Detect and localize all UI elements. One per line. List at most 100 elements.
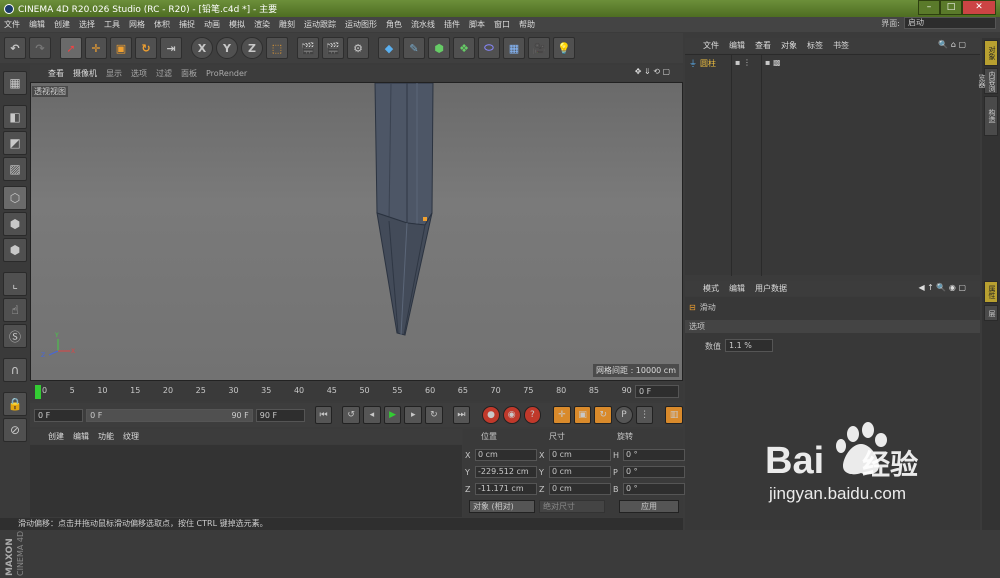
menu-item[interactable]: 脚本	[469, 19, 485, 30]
render-picture-viewer-icon[interactable]: 🎬	[322, 37, 344, 59]
timeline-ruler[interactable]: 0 5 10 15 20 25 30 35 40 45 50 55 60 65 …	[30, 383, 683, 401]
menu-item[interactable]: 动画	[204, 19, 220, 30]
menu-item[interactable]: 文件	[4, 19, 20, 30]
slide-value-field[interactable]: 1.1 %	[725, 339, 773, 352]
frame-range-slider[interactable]: 0 F 90 F	[86, 408, 253, 422]
menu-item[interactable]: 模拟	[229, 19, 245, 30]
attribute-menu-item[interactable]: 模式	[703, 283, 719, 294]
playhead[interactable]	[35, 385, 41, 399]
viewport-menu-item[interactable]: 摄像机	[73, 68, 97, 79]
menu-item[interactable]: 运动跟踪	[304, 19, 336, 30]
menu-item[interactable]: 网格	[129, 19, 145, 30]
menu-item[interactable]: 选择	[79, 19, 95, 30]
keyframe-selection-icon[interactable]: ?	[523, 406, 542, 424]
lock-workplane-icon[interactable]: 🔒	[3, 392, 27, 416]
object-menu-item[interactable]: 标签	[807, 40, 823, 51]
tab-objects[interactable]: 对象	[984, 40, 998, 66]
object-menu-item[interactable]: 对象	[781, 40, 797, 51]
select-cursor-icon[interactable]: ➚	[60, 37, 82, 59]
object-menu-item[interactable]: 编辑	[729, 40, 745, 51]
render-settings-icon[interactable]: ⚙	[347, 37, 369, 59]
render-view-icon[interactable]: 🎬	[297, 37, 319, 59]
position-x-field[interactable]: 0 cm	[475, 449, 537, 461]
points-mode-icon[interactable]: ⬡	[3, 186, 27, 210]
goto-start-icon[interactable]: ⏮	[314, 406, 333, 424]
start-frame-field[interactable]: 0 F	[34, 408, 84, 422]
next-key-icon[interactable]: ↻	[425, 406, 443, 424]
snap-icon[interactable]: Ⓢ	[3, 324, 27, 348]
attribute-menu-item[interactable]: 编辑	[729, 283, 745, 294]
material-menu-item[interactable]: 创建	[48, 431, 64, 442]
menu-item[interactable]: 运动图形	[345, 19, 377, 30]
viewport-nav-icons[interactable]: ✥ ⇓ ⟲ ▢	[635, 67, 670, 76]
axis-mode-icon[interactable]: ⌞	[3, 272, 27, 296]
attribute-menu-item[interactable]: 用户数据	[755, 283, 787, 294]
tab-structure[interactable]: 构造	[984, 96, 998, 136]
menu-item[interactable]: 帮助	[519, 19, 535, 30]
position-y-field[interactable]: -229.512 cm	[475, 466, 537, 478]
viewport-menu-item[interactable]: 面板	[181, 68, 197, 79]
menu-item[interactable]: 角色	[386, 19, 402, 30]
object-row[interactable]: ⏚ 圆柱	[689, 58, 716, 69]
viewport-menu-item[interactable]: 显示	[106, 68, 122, 79]
maximize-button[interactable]: □	[940, 0, 962, 15]
redo-icon[interactable]: ↷	[29, 37, 51, 59]
record-icon[interactable]: ●	[482, 406, 500, 424]
move-icon[interactable]: ✛	[85, 37, 107, 59]
material-menu-item[interactable]: 功能	[98, 431, 114, 442]
coordinate-system-icon[interactable]: ⬚	[266, 37, 288, 59]
y-axis-lock-icon[interactable]: Y	[216, 37, 238, 59]
object-manager-tools-icons[interactable]: 🔍 ⌂ ▢	[938, 40, 966, 49]
viewport-menu-item[interactable]: 过滤	[156, 68, 172, 79]
material-manager[interactable]	[30, 445, 462, 517]
menu-item[interactable]: 体积	[154, 19, 170, 30]
subdivision-icon[interactable]: ⬢	[428, 37, 450, 59]
x-axis-lock-icon[interactable]: X	[191, 37, 213, 59]
size-z-field[interactable]: 0 cm	[549, 483, 611, 495]
menu-item[interactable]: 渲染	[254, 19, 270, 30]
size-x-field[interactable]: 0 cm	[549, 449, 611, 461]
tweak-mode-icon[interactable]: ☝	[3, 298, 27, 322]
make-editable-icon[interactable]: ▦	[3, 71, 27, 95]
pen-icon[interactable]: ✎	[403, 37, 425, 59]
menu-item[interactable]: 工具	[104, 19, 120, 30]
apply-button[interactable]: 应用	[619, 500, 679, 513]
minimize-button[interactable]: –	[918, 0, 940, 15]
menu-item[interactable]: 编辑	[29, 19, 45, 30]
light-icon[interactable]: 💡	[553, 37, 575, 59]
perspective-viewport[interactable]: 透视视图 Y X Z 网格间距 : 10000 cm	[30, 82, 683, 381]
planar-workplane-icon[interactable]: ⊘	[3, 418, 27, 442]
texture-mode-icon[interactable]: ◩	[3, 131, 27, 155]
camera-icon[interactable]: 🎥	[528, 37, 550, 59]
tag-icons[interactable]: ▪ ▩	[765, 58, 781, 67]
tab-attributes[interactable]: 属性	[984, 281, 998, 303]
object-menu-item[interactable]: 查看	[755, 40, 771, 51]
z-axis-lock-icon[interactable]: Z	[241, 37, 263, 59]
attribute-nav-icons[interactable]: ◀ ↑ 🔍 ◉ ▢	[918, 283, 966, 292]
size-mode-dropdown[interactable]: 绝对尺寸	[539, 500, 605, 513]
viewport-menu-item[interactable]: ProRender	[206, 69, 247, 78]
options-section[interactable]: 选项	[685, 320, 980, 333]
polygons-mode-icon[interactable]: ⬢	[3, 238, 27, 262]
viewport-menu-item[interactable]: 查看	[48, 68, 64, 79]
menu-item[interactable]: 捕捉	[179, 19, 195, 30]
layout-dropdown[interactable]: 启动	[904, 17, 996, 29]
key-pla-icon[interactable]: ⋮	[635, 406, 654, 424]
rotation-h-field[interactable]: 0 °	[623, 449, 685, 461]
current-frame-field[interactable]: 0 F	[635, 385, 679, 398]
material-menu-item[interactable]: 纹理	[123, 431, 139, 442]
close-button[interactable]: ✕	[962, 0, 996, 15]
menu-item[interactable]: 雕刻	[279, 19, 295, 30]
workplane-icon[interactable]: ▨	[3, 157, 27, 181]
key-rotation-icon[interactable]: ↻	[594, 406, 613, 424]
film-strip-icon[interactable]: ▥	[665, 406, 683, 424]
key-parameter-icon[interactable]: P	[615, 406, 633, 424]
object-menu-item[interactable]: 文件	[703, 40, 719, 51]
play-icon[interactable]: ▶	[383, 406, 402, 424]
material-menu-item[interactable]: 编辑	[73, 431, 89, 442]
goto-end-icon[interactable]: ⏭	[452, 406, 471, 424]
key-position-icon[interactable]: ✛	[553, 406, 571, 424]
menu-item[interactable]: 流水线	[411, 19, 435, 30]
menu-item[interactable]: 创建	[54, 19, 70, 30]
object-mode-dropdown[interactable]: 对象 (相对)	[469, 500, 535, 513]
